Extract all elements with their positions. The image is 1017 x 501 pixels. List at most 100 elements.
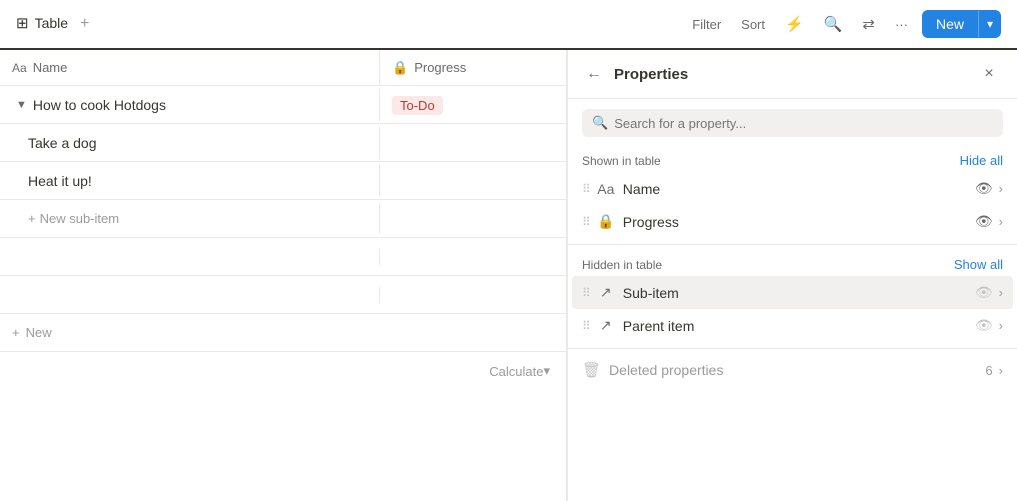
divider xyxy=(568,244,1017,245)
empty-cell xyxy=(380,211,566,227)
search-input[interactable] xyxy=(614,116,993,131)
row-name: Take a dog xyxy=(28,135,97,151)
table-tab[interactable]: ⊞ Table xyxy=(16,14,68,34)
new-button-group: New ▾ xyxy=(922,10,1001,38)
trash-icon: 🗑 xyxy=(582,361,601,379)
parent-item-prop-actions: 👁 › xyxy=(973,315,1003,336)
table-area: Aa Name 🔒 Progress ▼ How to cook Hotdogs… xyxy=(0,50,567,501)
drag-handle-icon: ⠿ xyxy=(582,286,591,300)
row-name: How to cook Hotdogs xyxy=(33,97,166,113)
sub-item-visibility-button[interactable]: 👁 xyxy=(973,282,995,303)
table-row[interactable] xyxy=(0,238,566,276)
row-name-cell: ▼ How to cook Hotdogs xyxy=(0,89,380,121)
deleted-chevron-icon: › xyxy=(999,363,1003,378)
more-icon: ··· xyxy=(895,17,908,32)
add-view-button[interactable]: + xyxy=(76,13,93,35)
progress-chevron-icon: › xyxy=(999,214,1003,229)
show-all-button[interactable]: Show all xyxy=(954,257,1003,272)
property-row-sub-item[interactable]: ⠿ ↗ Sub-item 👁 › xyxy=(572,276,1013,309)
property-row-progress[interactable]: ⠿ 🔒 Progress 👁 › xyxy=(572,205,1013,238)
deleted-count: 6 xyxy=(985,363,992,378)
row-progress-cell[interactable]: To-Do xyxy=(380,89,566,121)
table-row[interactable]: Take a dog xyxy=(0,124,566,162)
table-row[interactable]: ▼ How to cook Hotdogs To-Do xyxy=(0,86,566,124)
name-prop-icon: Aa xyxy=(597,181,615,197)
sort-button[interactable]: Sort xyxy=(735,13,771,36)
row-progress-cell xyxy=(380,173,566,189)
row-progress-cell xyxy=(380,249,566,265)
name-chevron-icon: › xyxy=(999,181,1003,196)
table-icon: ⊞ xyxy=(16,14,29,32)
deleted-properties-row[interactable]: 🗑 Deleted properties 6 › xyxy=(572,355,1013,385)
progress-visibility-button[interactable]: 👁 xyxy=(973,211,995,232)
progress-col-icon: 🔒 xyxy=(392,60,408,76)
drag-handle-icon: ⠿ xyxy=(582,182,591,196)
deleted-prop-label: Deleted properties xyxy=(609,362,985,378)
row-name-cell: Take a dog xyxy=(0,127,380,159)
sub-item-prop-label: Sub-item xyxy=(623,285,973,301)
filter-button[interactable]: Filter xyxy=(686,13,727,36)
name-prop-actions: 👁 › xyxy=(973,178,1003,199)
new-plus-icon: + xyxy=(12,325,20,340)
search-icon: 🔍 xyxy=(824,15,843,33)
search-box[interactable]: 🔍 xyxy=(582,109,1003,137)
table-row[interactable]: Heat it up! xyxy=(0,162,566,200)
calculate-label: Calculate xyxy=(489,364,543,379)
name-col-icon: Aa xyxy=(12,61,27,75)
row-progress-cell xyxy=(380,135,566,151)
sort-label: Sort xyxy=(741,17,765,32)
new-button-arrow[interactable]: ▾ xyxy=(978,11,1001,37)
name-col-label: Name xyxy=(33,60,68,75)
main-layout: Aa Name 🔒 Progress ▼ How to cook Hotdogs… xyxy=(0,50,1017,501)
parent-item-prop-label: Parent item xyxy=(623,318,973,334)
table-header: Aa Name 🔒 Progress xyxy=(0,50,566,86)
parent-item-chevron-icon: › xyxy=(999,318,1003,333)
properties-panel: ← Properties × 🔍 Shown in table Hide all… xyxy=(567,50,1017,501)
panel-title: Properties xyxy=(614,66,688,83)
panel-header: ← Properties × xyxy=(568,50,1017,99)
top-bar-left: ⊞ Table + xyxy=(16,13,93,35)
table-row[interactable] xyxy=(0,276,566,314)
plus-icon: + xyxy=(28,211,36,226)
shown-section-header: Shown in table Hide all xyxy=(568,147,1017,172)
expand-icon: ▼ xyxy=(16,99,27,111)
progress-prop-actions: 👁 › xyxy=(973,211,1003,232)
hidden-section-header: Hidden in table Show all xyxy=(568,251,1017,276)
row-name: Heat it up! xyxy=(28,173,92,189)
divider xyxy=(568,348,1017,349)
lightning-button[interactable]: ⚡ xyxy=(779,11,810,37)
progress-col-label: Progress xyxy=(414,60,466,75)
drag-handle-icon: ⠿ xyxy=(582,215,591,229)
shown-section-title: Shown in table xyxy=(582,154,661,168)
todo-badge: To-Do xyxy=(392,96,443,115)
lightning-icon: ⚡ xyxy=(785,15,804,33)
name-visibility-button[interactable]: 👁 xyxy=(973,178,995,199)
top-bar-right: Filter Sort ⚡ 🔍 ⇄ ··· New ▾ xyxy=(686,10,1001,38)
row-name-cell xyxy=(0,249,380,265)
sub-item-prop-actions: 👁 › xyxy=(973,282,1003,303)
new-sub-item-row[interactable]: + New sub-item xyxy=(0,200,566,238)
row-name-cell xyxy=(0,287,380,303)
calculate-row[interactable]: Calculate ▾ xyxy=(0,352,566,390)
table-tab-label: Table xyxy=(35,15,68,31)
progress-prop-icon: 🔒 xyxy=(597,213,615,230)
close-button[interactable]: × xyxy=(977,62,1001,86)
new-sub-item-button[interactable]: + New sub-item xyxy=(28,211,119,226)
hide-all-button[interactable]: Hide all xyxy=(960,153,1003,168)
search-button[interactable]: 🔍 xyxy=(818,11,849,37)
shuffle-button[interactable]: ⇄ xyxy=(856,11,881,37)
hidden-section-title: Hidden in table xyxy=(582,258,662,272)
row-name-cell: Heat it up! xyxy=(0,165,380,197)
property-row-parent-item[interactable]: ⠿ ↗ Parent item 👁 › xyxy=(572,309,1013,342)
drag-handle-icon: ⠿ xyxy=(582,319,591,333)
panel-header-left: ← Properties xyxy=(584,63,688,85)
top-bar: ⊞ Table + Filter Sort ⚡ 🔍 ⇄ ··· New ▾ xyxy=(0,0,1017,50)
filter-label: Filter xyxy=(692,17,721,32)
new-button-main[interactable]: New xyxy=(922,10,978,38)
parent-item-visibility-button[interactable]: 👁 xyxy=(973,315,995,336)
back-button[interactable]: ← xyxy=(584,63,604,85)
property-row-name[interactable]: ⠿ Aa Name 👁 › xyxy=(572,172,1013,205)
column-progress-header: 🔒 Progress xyxy=(380,50,566,85)
new-item-row[interactable]: + New xyxy=(0,314,566,352)
more-button[interactable]: ··· xyxy=(889,13,914,36)
